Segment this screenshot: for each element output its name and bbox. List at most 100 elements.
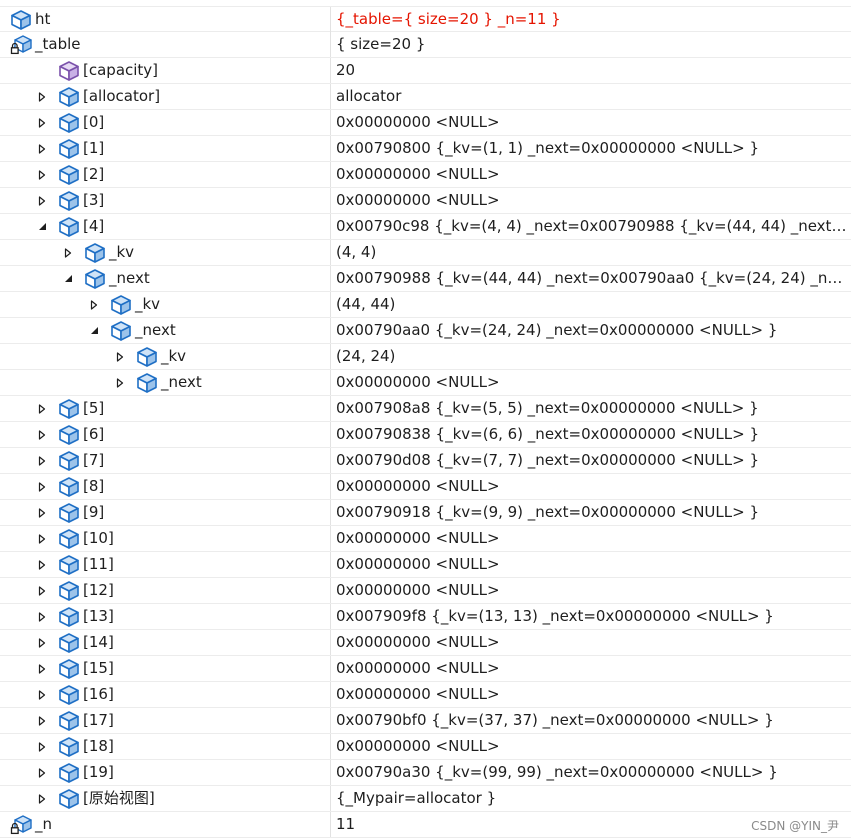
name-cell: [10] — [0, 526, 331, 551]
watch-row[interactable]: [capacity] 20 — [0, 58, 851, 84]
row-value: 0x00790c98 {_kv=(4, 4) _next=0x00790988 … — [336, 217, 851, 235]
watch-row[interactable]: [4] 0x00790c98 {_kv=(4, 4) _next=0x007909… — [0, 214, 851, 240]
expand-arrow-icon[interactable] — [35, 474, 49, 499]
row-value: 0x00000000 <NULL> — [336, 373, 500, 391]
watch-row[interactable]: [9] 0x00790918 {_kv=(9, 9) _next=0x000000… — [0, 500, 851, 526]
expand-arrow-icon[interactable] — [35, 162, 49, 187]
name-cell: [19] — [0, 760, 331, 785]
expand-arrow-icon[interactable] — [35, 188, 49, 213]
expand-arrow-icon[interactable] — [35, 448, 49, 473]
row-name: _next — [161, 373, 202, 391]
expand-arrow-icon[interactable] — [35, 760, 49, 785]
collapse-arrow-icon[interactable] — [87, 318, 101, 343]
field-icon — [58, 502, 80, 524]
watch-row[interactable]: [11] 0x00000000 <NULL> — [0, 552, 851, 578]
watch-row[interactable]: _next 0x00000000 <NULL> — [0, 370, 851, 396]
row-value: 0x00000000 <NULL> — [336, 581, 500, 599]
collapse-arrow-icon[interactable] — [61, 266, 75, 291]
watch-row[interactable]: [13] 0x007909f8 {_kv=(13, 13) _next=0x000… — [0, 604, 851, 630]
watch-row[interactable]: _n 11 — [0, 812, 851, 838]
expand-arrow-icon[interactable] — [35, 682, 49, 707]
row-name: ht — [35, 10, 51, 28]
row-name: [capacity] — [83, 61, 159, 79]
row-value: { size=20 } — [336, 35, 426, 53]
expand-arrow-icon[interactable] — [35, 786, 49, 811]
row-value: 0x00000000 <NULL> — [336, 555, 500, 573]
watch-row[interactable]: _table { size=20 } — [0, 32, 851, 58]
row-name: [5] — [83, 399, 105, 417]
name-cell: [原始视图] — [0, 786, 331, 811]
private-field-icon — [10, 814, 32, 836]
expand-arrow-icon[interactable] — [113, 344, 127, 369]
expand-arrow-icon[interactable] — [35, 136, 49, 161]
row-name: [17] — [83, 711, 114, 729]
row-name: [9] — [83, 503, 105, 521]
watch-row[interactable]: _kv (24, 24) — [0, 344, 851, 370]
watch-row[interactable]: [0] 0x00000000 <NULL> — [0, 110, 851, 136]
expand-arrow-icon[interactable] — [35, 84, 49, 109]
field-icon — [110, 320, 132, 342]
watch-row[interactable]: [原始视图] {_Mypair=allocator } — [0, 786, 851, 812]
expand-arrow-icon[interactable] — [113, 370, 127, 395]
row-name: _next — [135, 321, 176, 339]
name-cell: [8] — [0, 474, 331, 499]
expand-arrow-icon[interactable] — [61, 240, 75, 265]
name-cell: [5] — [0, 396, 331, 421]
watch-row[interactable]: _kv (44, 44) — [0, 292, 851, 318]
watch-row[interactable]: [14] 0x00000000 <NULL> — [0, 630, 851, 656]
watch-row[interactable]: [5] 0x007908a8 {_kv=(5, 5) _next=0x000000… — [0, 396, 851, 422]
watch-row[interactable]: [2] 0x00000000 <NULL> — [0, 162, 851, 188]
expand-arrow-icon[interactable] — [35, 422, 49, 447]
expand-arrow-icon[interactable] — [35, 526, 49, 551]
expand-arrow-icon[interactable] — [35, 630, 49, 655]
expand-arrow-icon[interactable] — [35, 110, 49, 135]
watch-row[interactable]: [16] 0x00000000 <NULL> — [0, 682, 851, 708]
row-name: [12] — [83, 581, 114, 599]
row-value: (4, 4) — [336, 243, 377, 261]
expand-arrow-icon[interactable] — [35, 604, 49, 629]
watch-row[interactable]: [1] 0x00790800 {_kv=(1, 1) _next=0x000000… — [0, 136, 851, 162]
watch-row[interactable]: [6] 0x00790838 {_kv=(6, 6) _next=0x000000… — [0, 422, 851, 448]
expand-arrow-icon[interactable] — [35, 656, 49, 681]
row-name: [6] — [83, 425, 105, 443]
collapse-arrow-icon[interactable] — [35, 214, 49, 239]
name-cell: _next — [0, 370, 331, 395]
expand-arrow-icon[interactable] — [35, 708, 49, 733]
row-name: [3] — [83, 191, 105, 209]
watch-row[interactable]: [8] 0x00000000 <NULL> — [0, 474, 851, 500]
watch-row[interactable]: [3] 0x00000000 <NULL> — [0, 188, 851, 214]
field-icon — [58, 424, 80, 446]
name-cell: [6] — [0, 422, 331, 447]
watch-row[interactable]: [18] 0x00000000 <NULL> — [0, 734, 851, 760]
watch-row[interactable]: _kv (4, 4) — [0, 240, 851, 266]
watch-row[interactable]: [12] 0x00000000 <NULL> — [0, 578, 851, 604]
expand-arrow-icon[interactable] — [35, 552, 49, 577]
watch-row[interactable]: [10] 0x00000000 <NULL> — [0, 526, 851, 552]
row-name: _next — [109, 269, 150, 287]
expand-arrow-icon[interactable] — [35, 396, 49, 421]
row-value: 0x00000000 <NULL> — [336, 737, 500, 755]
row-value: 0x007908a8 {_kv=(5, 5) _next=0x00000000 … — [336, 399, 759, 417]
row-value: 0x00000000 <NULL> — [336, 659, 500, 677]
watch-row[interactable]: [19] 0x00790a30 {_kv=(99, 99) _next=0x000… — [0, 760, 851, 786]
watch-row[interactable]: [15] 0x00000000 <NULL> — [0, 656, 851, 682]
row-name: [0] — [83, 113, 105, 131]
watch-row[interactable]: [7] 0x00790d08 {_kv=(7, 7) _next=0x000000… — [0, 448, 851, 474]
expand-arrow-icon[interactable] — [35, 500, 49, 525]
row-name: _kv — [135, 295, 161, 313]
field-icon — [136, 346, 158, 368]
expand-arrow-icon[interactable] — [35, 734, 49, 759]
expand-arrow-icon[interactable] — [35, 578, 49, 603]
watch-row[interactable]: ht {_table={ size=20 } _n=11 } — [0, 6, 851, 32]
watch-row[interactable]: _next 0x00790988 {_kv=(44, 44) _next=0x00… — [0, 266, 851, 292]
row-value: (24, 24) — [336, 347, 396, 365]
expand-arrow-icon[interactable] — [87, 292, 101, 317]
row-name: _n — [35, 815, 53, 833]
field-icon — [10, 9, 32, 31]
field-icon — [84, 242, 106, 264]
watch-row[interactable]: _next 0x00790aa0 {_kv=(24, 24) _next=0x00… — [0, 318, 851, 344]
field-icon — [58, 190, 80, 212]
watch-row[interactable]: [allocator] allocator — [0, 84, 851, 110]
watch-row[interactable]: [17] 0x00790bf0 {_kv=(37, 37) _next=0x000… — [0, 708, 851, 734]
row-name: [14] — [83, 633, 114, 651]
